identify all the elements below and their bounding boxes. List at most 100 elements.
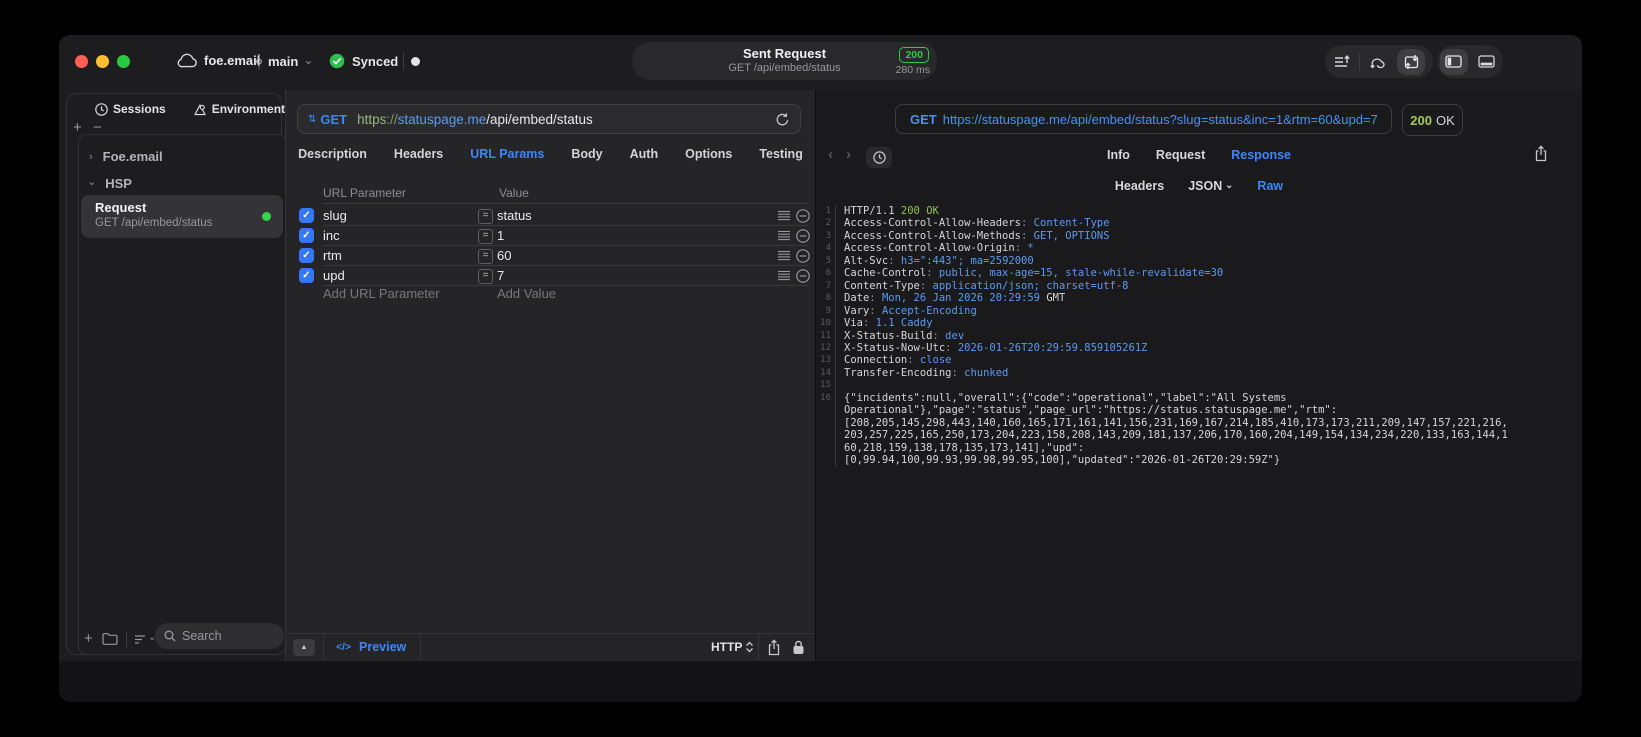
request-tab-description[interactable]: Description [298, 147, 367, 161]
remove-row-button[interactable] [796, 249, 810, 263]
request-url[interactable]: https://statuspage.me/api/embed/status [357, 112, 593, 127]
param-checkbox[interactable]: ✓ [299, 268, 314, 283]
param-value[interactable]: 60 [497, 248, 511, 263]
protocol-selector[interactable]: HTTP [711, 640, 754, 654]
request-tab-options[interactable]: Options [685, 147, 732, 161]
param-row-rtm[interactable]: ✓ rtm = 60 [286, 246, 815, 266]
sync-status[interactable]: Synced [329, 53, 398, 69]
branch-icon [255, 53, 263, 70]
param-value[interactable]: status [497, 208, 532, 223]
request-tab-testing[interactable]: Testing [759, 147, 803, 161]
share-button[interactable] [767, 639, 781, 656]
drag-handle[interactable] [778, 250, 790, 261]
toggle-bottom-panel-button[interactable] [1470, 45, 1503, 78]
param-checkbox[interactable]: ✓ [299, 208, 314, 223]
add-value[interactable]: Add Value [497, 286, 556, 301]
code-text: Access-Control-Allow-Origin: * [844, 242, 1034, 255]
tree-item-hsp[interactable]: ⌄ HSP [87, 176, 132, 191]
param-value[interactable]: 1 [497, 228, 504, 243]
chevron-right-icon: › [89, 150, 93, 163]
param-name[interactable]: rtm [323, 248, 342, 263]
response-subtab-json[interactable]: JSON ⌄ [1188, 179, 1233, 193]
method-selector-icon[interactable]: ⇅ [308, 114, 316, 125]
response-request-line[interactable]: GET https://statuspage.me/api/embed/stat… [895, 104, 1392, 134]
param-name[interactable]: upd [323, 268, 345, 283]
new-request-button[interactable]: + [84, 630, 93, 647]
minimize-window-button[interactable] [96, 55, 109, 68]
request-tab-headers[interactable]: Headers [394, 147, 443, 161]
preview-button[interactable]: Preview [359, 640, 406, 654]
line-number: 1 [816, 205, 836, 218]
remove-row-button[interactable] [796, 229, 810, 243]
code-line: 11 X-Status-Build: dev [816, 329, 1582, 342]
request-tab-body[interactable]: Body [571, 147, 602, 161]
active-panel-highlight [1439, 48, 1468, 75]
remove-row-button[interactable] [796, 269, 810, 283]
request-tab-auth[interactable]: Auth [630, 147, 658, 161]
drag-handle[interactable] [778, 230, 790, 241]
sort-filter-button[interactable]: ⌄ [134, 632, 156, 645]
equals-icon: = [478, 229, 493, 244]
line-number: 12 [816, 341, 836, 355]
code-text: Date: Mon, 26 Jan 2026 20:29:59 GMT [844, 292, 1066, 305]
titlebar-separator [403, 52, 404, 70]
response-subtab-headers[interactable]: Headers [1115, 179, 1164, 193]
param-row-slug[interactable]: ✓ slug = status [286, 206, 815, 226]
tree-item-label: HSP [105, 176, 132, 191]
code-text: X-Status-Build: dev [844, 329, 965, 342]
refresh-button[interactable] [775, 112, 790, 127]
drag-handle[interactable] [778, 210, 790, 221]
code-line: 15 [816, 379, 1582, 392]
param-row-upd[interactable]: ✓ upd = 7 [286, 266, 815, 286]
code-line: 3 Access-Control-Allow-Methods: GET, OPTI… [816, 229, 1582, 243]
code-text: Cache-Control: public, max-age=15, stale… [844, 267, 1224, 280]
param-name[interactable]: slug [323, 208, 347, 223]
response-tab-info[interactable]: Info [1107, 148, 1130, 162]
param-checkbox[interactable]: ✓ [299, 248, 314, 263]
response-share-button[interactable] [1534, 145, 1548, 162]
sync-loop-button[interactable] [1360, 45, 1394, 78]
response-status-badge: 200 OK [1402, 104, 1463, 136]
request-panel-footer: ▲ </> Preview HTTP [286, 633, 815, 661]
remove-row-icon [796, 209, 810, 223]
request-list-button[interactable] [1325, 45, 1359, 78]
line-number: 8 [816, 292, 836, 305]
param-value[interactable]: 7 [497, 268, 504, 283]
tab-sessions[interactable]: Sessions [95, 102, 166, 116]
box-in-out-icon [1404, 54, 1418, 69]
add-url-parameter[interactable]: Add URL Parameter [323, 286, 440, 301]
branch-selector[interactable]: main ⌄ [255, 53, 313, 70]
close-window-button[interactable] [75, 55, 88, 68]
code-text: Access-Control-Allow-Headers: Content-Ty… [844, 217, 1110, 230]
request-method[interactable]: GET [320, 112, 347, 127]
search-input[interactable]: Search [155, 623, 284, 649]
response-tab-request[interactable]: Request [1156, 148, 1205, 162]
expand-console-button[interactable]: ▲ [293, 639, 315, 656]
add-session-button[interactable]: + [73, 119, 82, 136]
param-name[interactable]: inc [323, 228, 340, 243]
response-status-text: OK [1435, 112, 1455, 128]
tab-environments[interactable]: Environments [193, 102, 292, 116]
synced-check-icon [329, 53, 345, 69]
sent-request-pill[interactable]: Sent Request GET /api/embed/status 200 2… [632, 42, 937, 80]
toggle-sidebar-button[interactable] [1437, 45, 1470, 78]
tree-item-foe-email[interactable]: › Foe.email [89, 149, 163, 164]
response-subtab-raw[interactable]: Raw [1257, 179, 1283, 193]
response-tab-response[interactable]: Response [1231, 148, 1291, 162]
response-url: https://statuspage.me/api/embed/status?s… [942, 111, 1378, 127]
new-folder-button[interactable] [102, 632, 119, 645]
request-tab-url-params[interactable]: URL Params [470, 147, 544, 161]
remove-row-button[interactable] [796, 209, 810, 223]
request-list-item-selected[interactable]: Request GET /api/embed/status [81, 195, 283, 238]
project-menu[interactable]: foe.email [177, 53, 260, 68]
zoom-window-button[interactable] [117, 55, 130, 68]
remove-row-icon [796, 229, 810, 243]
request-url-bar[interactable]: ⇅ GET https://statuspage.me/api/embed/st… [297, 104, 801, 134]
param-row-inc[interactable]: ✓ inc = 1 [286, 226, 815, 246]
url-separator: :// [386, 111, 398, 127]
drag-handle[interactable] [778, 270, 790, 281]
param-checkbox[interactable]: ✓ [299, 228, 314, 243]
search-icon [164, 630, 176, 642]
lock-button[interactable] [792, 640, 805, 655]
import-export-button[interactable] [1394, 45, 1428, 78]
